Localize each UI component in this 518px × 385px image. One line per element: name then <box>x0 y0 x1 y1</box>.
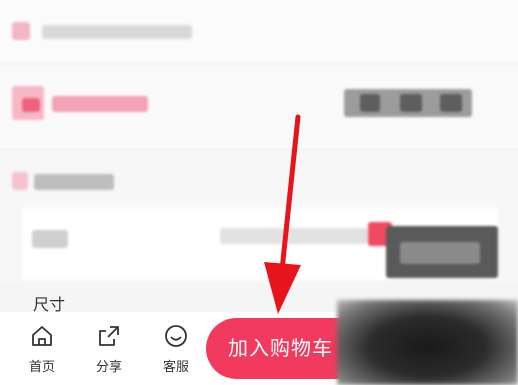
product-detail-screen: 尺寸 首页 分享 客服 加入购物车 <box>0 0 518 385</box>
annotation-arrow <box>264 114 301 314</box>
